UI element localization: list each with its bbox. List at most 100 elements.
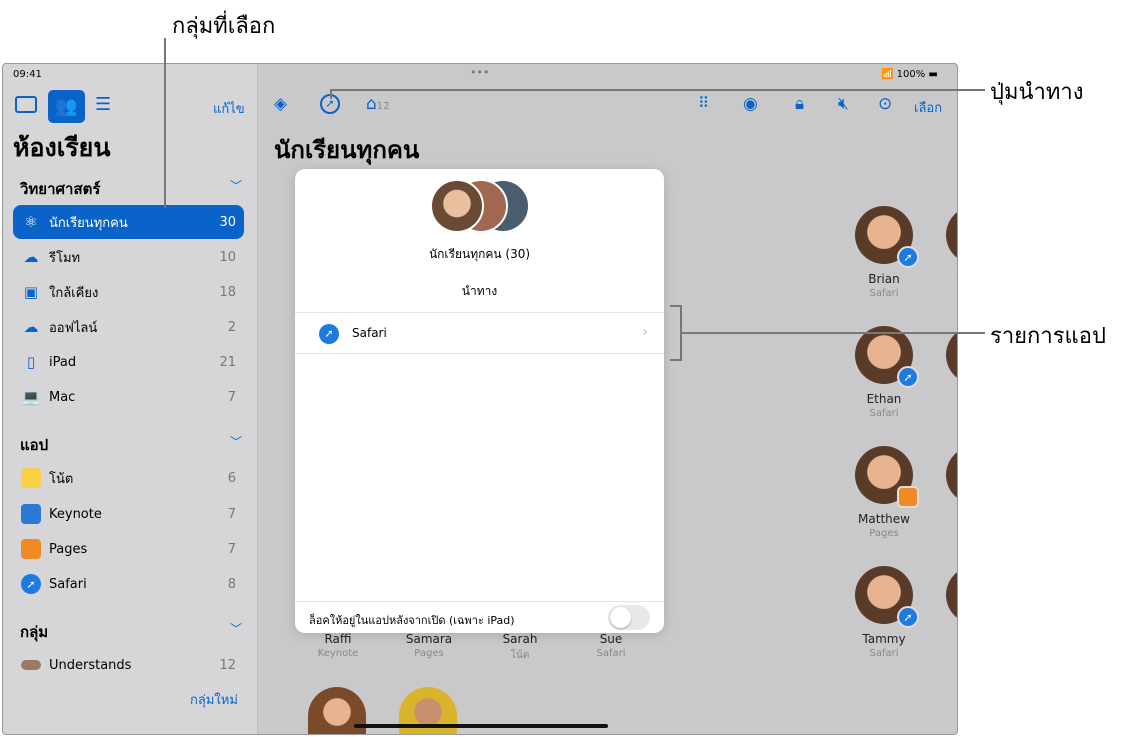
hide-screen-icon[interactable]: ◉ xyxy=(743,94,758,114)
student-app: Safari xyxy=(869,408,899,419)
student-name: Samara xyxy=(405,632,453,646)
item-count: 7 xyxy=(227,389,236,405)
list-view-icon[interactable]: ☰ xyxy=(95,94,111,115)
grid-icon[interactable]: ⠿ xyxy=(698,94,709,112)
item-count: 12 xyxy=(219,657,236,673)
student-app: Safari xyxy=(869,288,899,299)
sidebar-item-offline[interactable]: ☁ ออฟไลน์ 2 xyxy=(13,310,244,344)
sidebar-app-notes[interactable]: โน้ต 6 xyxy=(13,461,244,495)
item-count: 21 xyxy=(219,354,236,370)
home-indicator[interactable] xyxy=(354,724,608,728)
section-apps[interactable]: แอป ﹀ xyxy=(20,433,242,457)
safari-badge-icon: ➚ xyxy=(897,366,919,388)
item-count: 2 xyxy=(227,319,236,335)
student-avatar: ➚ xyxy=(855,566,919,628)
sidebar-item-ipad[interactable]: ▯ iPad 21 xyxy=(13,345,244,379)
app-row-safari[interactable]: ➚ Safari › xyxy=(295,312,664,354)
item-count: 10 xyxy=(219,249,236,265)
student-tile[interactable]: ➚ Farrah Safari xyxy=(930,326,957,419)
mute-icon[interactable]: 🔇︎ xyxy=(838,94,849,114)
multitask-dots[interactable]: ••• xyxy=(470,66,489,79)
group-name: นักเรียนทุกคน (30) xyxy=(428,247,531,261)
callout-line xyxy=(330,89,985,91)
item-count: 8 xyxy=(227,576,236,592)
inbox-count: 12 xyxy=(376,101,390,112)
student-app: ออฟไลน์ xyxy=(930,648,957,663)
student-name: Chella xyxy=(930,272,957,286)
student-name: Raffi xyxy=(324,632,352,646)
callout-line xyxy=(164,38,166,208)
student-name: Brian xyxy=(868,272,900,286)
lock-in-app-label: ล็อคให้อยู่ในแอปหลังจากเปิด (เฉพาะ iPad) xyxy=(309,614,515,627)
student-tile[interactable]: Chella โน้ต xyxy=(930,206,957,303)
item-count: 6 xyxy=(227,470,236,486)
pages-badge-icon xyxy=(897,486,919,508)
callout-line xyxy=(330,89,332,99)
student-app: Pages xyxy=(869,528,899,539)
student-avatar xyxy=(946,206,957,264)
atom-icon: ⚛ xyxy=(24,213,38,231)
section-label: กลุ่ม xyxy=(20,623,49,641)
keynote-app-icon xyxy=(21,504,41,524)
sidebar-group-understands[interactable]: Understands 12 xyxy=(13,648,244,682)
item-label: Understands xyxy=(49,657,132,673)
student-tile[interactable]: ➚ Tammy Safari xyxy=(839,566,929,659)
lock-icon[interactable]: 🔒︎ xyxy=(795,94,804,114)
section-groups[interactable]: กลุ่ม ﹀ xyxy=(20,620,242,644)
app-name: Safari xyxy=(352,326,387,340)
student-tile[interactable]: Vera ออฟไลน์ xyxy=(930,566,957,663)
page-title: นักเรียนทุกคน xyxy=(274,136,420,164)
more-icon[interactable]: ⊙ xyxy=(878,94,892,114)
sidebar-app-pages[interactable]: Pages 7 xyxy=(13,532,244,566)
item-label: ใกล้เคียง xyxy=(49,285,99,301)
student-tile[interactable]: ➚ Nerio Safari xyxy=(930,446,957,539)
item-label: Pages xyxy=(49,541,88,557)
inbox-icon[interactable]: ⌂12 xyxy=(366,94,390,114)
student-tile[interactable]: Matthew Pages xyxy=(839,446,929,539)
sidebar-app-safari[interactable]: ➚ Safari 8 xyxy=(13,567,244,601)
layers-icon[interactable]: ◈ xyxy=(274,94,287,114)
item-label: นักเรียนทุกคน xyxy=(49,215,128,231)
popover-heading: นำทาง xyxy=(461,284,498,298)
item-label: Mac xyxy=(49,389,76,405)
sidebar-item-remote[interactable]: ☁ รีโมท 10 xyxy=(13,240,244,274)
sidebar: 09:41 👥 ☰ แก้ไข ห้องเรียน วิทยาศาสตร์ ﹀ ⚛… xyxy=(3,64,258,734)
new-group-button[interactable]: กลุ่มใหม่ xyxy=(190,689,238,710)
section-science[interactable]: วิทยาศาสตร์ ﹀ xyxy=(20,177,242,201)
group-avatars-icon xyxy=(21,660,41,670)
item-label: รีโมท xyxy=(49,250,81,266)
section-label: วิทยาศาสตร์ xyxy=(20,180,101,198)
item-count: 18 xyxy=(219,284,236,300)
lock-in-app-toggle[interactable] xyxy=(608,605,650,630)
student-app: Safari xyxy=(930,408,957,419)
cloud-slash-icon: ☁ xyxy=(23,318,39,336)
student-name: Farrah xyxy=(930,392,957,406)
students-view-button[interactable]: 👥 xyxy=(48,90,85,123)
chevron-down-icon: ﹀ xyxy=(229,622,242,636)
callout-selected-group: กลุ่มที่เลือก xyxy=(172,14,276,39)
item-label: ออฟไลน์ xyxy=(49,320,98,336)
student-name: Sue xyxy=(599,632,623,646)
edit-button[interactable]: แก้ไข xyxy=(213,98,245,119)
safari-icon: ➚ xyxy=(319,324,339,344)
student-name: Matthew xyxy=(858,512,910,526)
item-count: 30 xyxy=(219,214,236,230)
sidebar-item-mac[interactable]: 💻 Mac 7 xyxy=(13,380,244,414)
callout-line xyxy=(682,332,985,334)
cloud-person-icon: ☁ xyxy=(23,248,39,266)
sidebar-item-nearby[interactable]: ▣ ใกล้เคียง 18 xyxy=(13,275,244,309)
item-label: Keynote xyxy=(49,506,102,522)
select-button[interactable]: เลือก xyxy=(914,97,942,118)
student-tile[interactable]: ➚ Brian Safari xyxy=(839,206,929,299)
student-tile[interactable]: ➚ Ethan Safari xyxy=(839,326,929,419)
sidebar-toggle-icon[interactable] xyxy=(15,96,37,113)
sidebar-item-all-students[interactable]: ⚛ นักเรียนทุกคน 30 xyxy=(13,205,244,239)
student-app: โน้ต xyxy=(510,650,530,661)
sidebar-title: ห้องเรียน xyxy=(13,133,111,162)
student-app: Safari xyxy=(930,528,957,539)
section-label: แอป xyxy=(20,436,49,454)
ipad-icon: ▯ xyxy=(26,353,36,371)
notes-app-icon xyxy=(21,468,41,488)
navigate-popover: นักเรียนทุกคน (30) นำทาง ➚ Safari › ล็อค… xyxy=(295,169,664,633)
sidebar-app-keynote[interactable]: Keynote 7 xyxy=(13,497,244,531)
